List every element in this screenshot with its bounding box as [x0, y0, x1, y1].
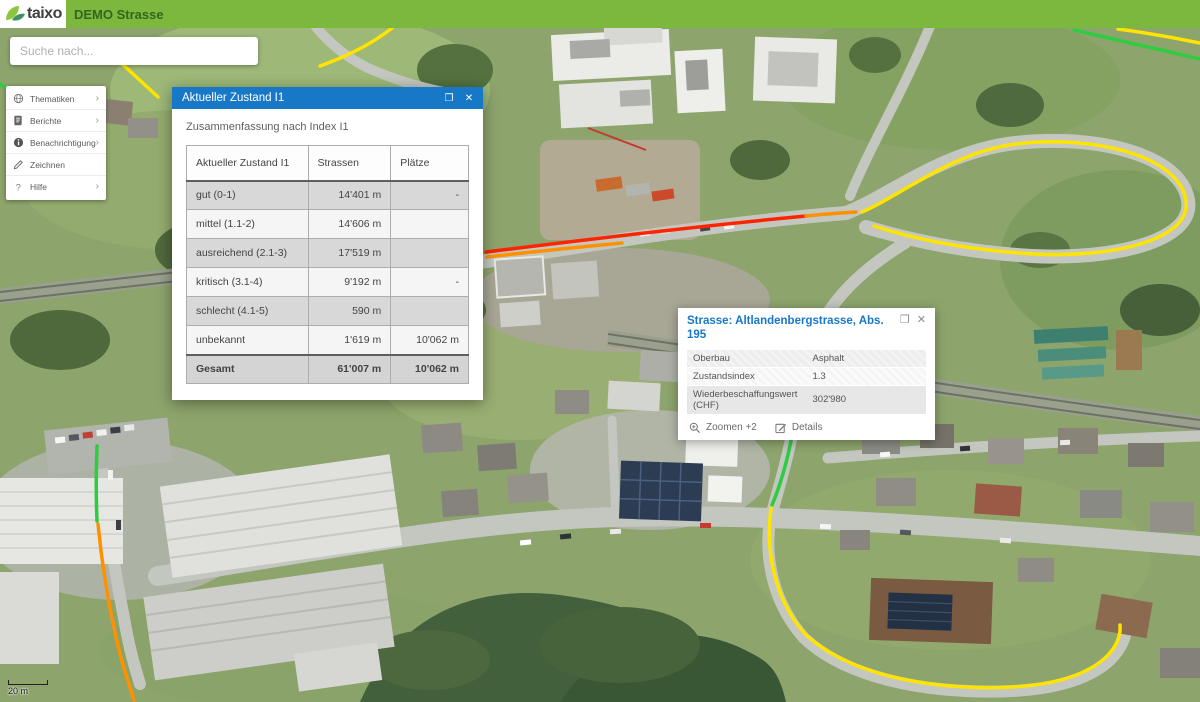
- app-header: taixo DEMO Strasse: [0, 0, 1200, 28]
- search-box: [10, 37, 258, 65]
- info-icon: [13, 137, 26, 148]
- menu-item-benachrichtigungen[interactable]: Benachrichtigungen ›: [6, 132, 106, 154]
- zoom-to-button[interactable]: Zoomen +2: [689, 422, 757, 434]
- main-menu: Thematiken › Berichte › Benachrichtigung…: [6, 86, 106, 200]
- table-row-gut: gut (0-1) 14'401 m -: [187, 181, 469, 210]
- globe-icon: [13, 93, 26, 104]
- logo-text: taixo: [27, 5, 62, 23]
- table-row-ausreichend: ausreichend (2.1-3) 17'519 m: [187, 239, 469, 268]
- map-scalebar: 20 m: [8, 680, 48, 696]
- table-row-mittel: mittel (1.1-2) 14'606 m: [187, 210, 469, 239]
- zustand-dialog-body: Zusammenfassung nach Index I1 Aktueller …: [172, 109, 483, 400]
- maximize-button[interactable]: ❐: [900, 315, 910, 326]
- app-window: taixo DEMO Strasse Thematiken › Berichte…: [0, 0, 1200, 702]
- svg-text:?: ?: [16, 182, 21, 192]
- header-titlebar: DEMO Strasse: [66, 0, 1200, 28]
- strasse-dialog-title: Strasse: Altlandenbergstrasse, Abs. 195: [687, 315, 893, 343]
- taixo-logo[interactable]: taixo: [0, 0, 66, 28]
- app-title: DEMO Strasse: [74, 7, 164, 22]
- menu-item-zeichnen[interactable]: Zeichnen: [6, 154, 106, 176]
- strasse-dialog-titlebar[interactable]: Strasse: Altlandenbergstrasse, Abs. 195 …: [687, 315, 926, 343]
- attribute-row-wiederbeschaffungswert: Wiederbeschaffungswert (CHF) 302'980: [687, 386, 926, 414]
- chevron-right-icon: ›: [96, 116, 99, 126]
- strasse-dialog-actions: Zoomen +2 Details: [687, 422, 926, 434]
- chevron-right-icon: ›: [96, 138, 99, 148]
- menu-item-thematiken[interactable]: Thematiken ›: [6, 88, 106, 110]
- strasse-dialog: Strasse: Altlandenbergstrasse, Abs. 195 …: [678, 308, 935, 440]
- maximize-button[interactable]: ❐: [441, 90, 457, 106]
- chevron-right-icon: ›: [96, 94, 99, 104]
- attribute-row-oberbau: Oberbau Asphalt: [687, 350, 926, 367]
- table-row-schlecht: schlecht (4.1-5) 590 m: [187, 297, 469, 326]
- details-button[interactable]: Details: [775, 422, 823, 434]
- taixo-leaf-icon: [4, 4, 26, 24]
- zustand-table-header-row: Aktueller Zustand I1 Strassen Plätze: [187, 146, 469, 181]
- search-input[interactable]: [10, 37, 258, 65]
- help-icon: ?: [13, 182, 26, 193]
- menu-item-hilfe[interactable]: ? Hilfe ›: [6, 176, 106, 198]
- zustand-dialog-titlebar[interactable]: Aktueller Zustand I1 ❐ ✕: [172, 87, 483, 109]
- close-icon[interactable]: ✕: [917, 315, 926, 326]
- zustand-dialog: Aktueller Zustand I1 ❐ ✕ Zusammenfassung…: [172, 87, 483, 400]
- edit-icon: [775, 422, 787, 434]
- scale-line: [8, 680, 48, 685]
- table-row-kritisch: kritisch (3.1-4) 9'192 m -: [187, 268, 469, 297]
- menu-item-berichte[interactable]: Berichte ›: [6, 110, 106, 132]
- pencil-icon: [13, 159, 26, 170]
- strasse-attributes-table: Oberbau Asphalt Zustandsindex 1.3 Wieder…: [687, 349, 926, 415]
- scale-label: 20 m: [8, 686, 48, 696]
- zoom-in-icon: [689, 422, 701, 434]
- zustand-table: Aktueller Zustand I1 Strassen Plätze gut…: [186, 145, 469, 384]
- report-icon: [13, 115, 26, 126]
- attribute-row-zustandsindex: Zustandsindex 1.3: [687, 368, 926, 385]
- zustand-subtitle: Zusammenfassung nach Index I1: [186, 121, 469, 133]
- zustand-dialog-title: Aktueller Zustand I1: [182, 92, 437, 104]
- table-row-unbekannt: unbekannt 1'619 m 10'062 m: [187, 326, 469, 355]
- chevron-right-icon: ›: [96, 182, 99, 192]
- condition-line-good-left[interactable]: [96, 446, 97, 521]
- close-icon[interactable]: ✕: [461, 90, 477, 106]
- table-row-gesamt: Gesamt 61'007 m 10'062 m: [187, 355, 469, 384]
